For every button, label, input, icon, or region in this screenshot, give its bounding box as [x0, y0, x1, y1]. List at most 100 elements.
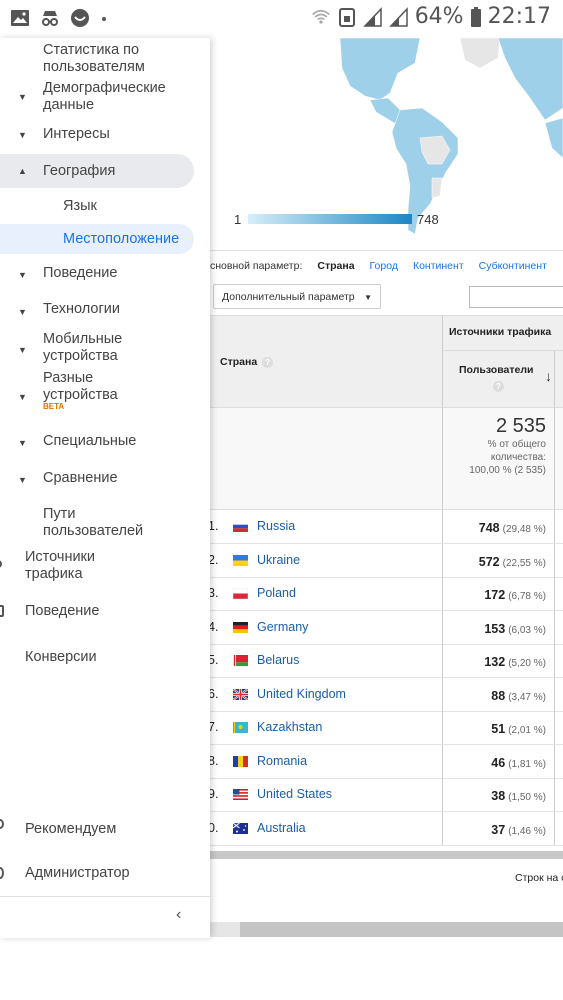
- sidebar-item-location[interactable]: Местоположение: [0, 224, 194, 254]
- country-link[interactable]: Belarus: [257, 653, 299, 667]
- users-percent: (22,55 %): [502, 557, 546, 569]
- sidebar-item-conversions[interactable]: Конверсии: [0, 642, 210, 674]
- sidebar-item-label: Специальные: [43, 433, 137, 449]
- status-bar: 64% 22:17: [0, 0, 563, 38]
- next-column-cell: [554, 811, 563, 845]
- users-total-value: 2 535: [495, 415, 546, 437]
- flag-au-icon: [233, 822, 248, 834]
- sidebar-item-label: Демографические данные: [43, 80, 166, 113]
- sidebar-item-interests[interactable]: ▼ Интересы: [0, 118, 210, 150]
- country-link[interactable]: United States: [257, 787, 332, 801]
- sidebar-item-label: Поведение: [25, 603, 100, 619]
- sidebar-item-users-flow[interactable]: Пути пользователей: [0, 506, 210, 542]
- sort-desc-arrow-icon[interactable]: ↓: [545, 368, 552, 384]
- sidebar-item-label: Сравнение: [43, 470, 118, 486]
- sidebar-item-behavior[interactable]: ▼ Поведение: [0, 258, 210, 290]
- country-link[interactable]: Ukraine: [257, 553, 300, 567]
- table-row: 4. Germany 153 (6,03 %): [208, 610, 563, 645]
- sidebar-item-demographics[interactable]: ▼ Демографические данные: [0, 78, 210, 114]
- dimension-country[interactable]: Страна: [317, 260, 354, 272]
- sidebar-item-acquisition[interactable]: Источники трафика: [0, 548, 210, 584]
- users-value-cell: 51 (2,01 %): [442, 711, 554, 744]
- sidebar-divider: [0, 896, 210, 897]
- users-total-sub3: 100,00 % (2 535): [469, 465, 546, 476]
- dimension-subcontinent[interactable]: Субконтинент: [479, 260, 547, 272]
- signal-icon: [362, 6, 382, 27]
- flag-de-icon: [233, 621, 248, 633]
- acquisition-icon: [0, 560, 2, 568]
- help-icon[interactable]: ?: [262, 357, 274, 368]
- sidebar-item-label: Мобильные устройства: [43, 331, 123, 364]
- table-row: 2. Ukraine 572 (22,55 %): [208, 543, 563, 578]
- caret-down-icon: ▼: [18, 345, 27, 355]
- secondary-dimension-dropdown[interactable]: Дополнительный параметр ▼: [213, 284, 381, 309]
- sidebar-item-technology[interactable]: ▼ Технологии: [0, 294, 210, 326]
- country-link[interactable]: Romania: [257, 754, 307, 768]
- caret-down-icon: ▼: [364, 293, 372, 302]
- sidebar-item-discover[interactable]: Рекомендуем: [0, 814, 210, 846]
- sidebar-item-label: Источники трафика: [25, 549, 96, 582]
- table-row: 8. Romania 46 (1,81 %): [208, 744, 563, 779]
- sidebar: Статистика по пользователям ▼ Демографич…: [0, 38, 210, 938]
- clock: 22:17: [487, 4, 551, 29]
- users-header-cell[interactable]: Пользователи ? ↓: [442, 351, 554, 408]
- sidebar-item-label: Язык: [63, 198, 97, 214]
- sidebar-item-label: География: [43, 163, 116, 179]
- chevron-left-icon[interactable]: ‹: [176, 906, 181, 924]
- next-column-cell: [554, 543, 563, 577]
- next-column-cell: [554, 610, 563, 644]
- users-value-cell: 37 (1,46 %): [442, 811, 554, 845]
- primary-dimension-label: сновной параметр:: [210, 259, 303, 272]
- sidebar-item-label: Администратор: [25, 865, 130, 881]
- next-column-cell: [554, 744, 563, 778]
- sidebar-item-custom[interactable]: ▼ Специальные: [0, 426, 210, 458]
- country-link[interactable]: Germany: [257, 620, 308, 634]
- sidebar-item-label: Пути пользователей: [43, 506, 144, 539]
- incognito-icon: [42, 11, 58, 26]
- sidebar-item-language[interactable]: Язык: [0, 190, 210, 222]
- dot-icon: [102, 17, 106, 21]
- caret-down-icon: ▼: [18, 92, 27, 102]
- conversions-icon: [0, 651, 4, 663]
- table-bottom-border: [210, 851, 563, 859]
- dimension-continent[interactable]: Континент: [413, 260, 464, 272]
- next-column-header: [554, 351, 563, 408]
- sidebar-item-admin[interactable]: Администратор: [0, 858, 210, 890]
- next-column-cell: [554, 577, 563, 610]
- sidebar-item-label: Технологии: [43, 301, 120, 317]
- legend-min-label: 1: [234, 212, 242, 227]
- sidebar-item-benchmarking[interactable]: ▼ Сравнение: [0, 462, 210, 494]
- country-header: Страна: [220, 356, 258, 368]
- country-header-cell[interactable]: Страна?: [210, 315, 442, 408]
- country-link[interactable]: Russia: [257, 519, 295, 533]
- country-link[interactable]: United Kingdom: [257, 687, 346, 701]
- flag-by-icon: [233, 655, 248, 666]
- sidebar-item-user-explorer[interactable]: Статистика по пользователям: [0, 40, 210, 76]
- users-value-cell: 38 (1,50 %): [442, 778, 554, 811]
- sidebar-item-cross-device[interactable]: ▼ Разные устройства BETA: [0, 370, 210, 414]
- help-icon[interactable]: ?: [493, 381, 504, 392]
- country-link[interactable]: Australia: [257, 821, 306, 835]
- flag-ua-icon: [233, 554, 248, 566]
- sidebar-item-mobile[interactable]: ▼ Мобильные устройства: [0, 330, 210, 366]
- next-column-cell: [554, 677, 563, 711]
- sidebar-item-label: Разные устройства: [43, 370, 118, 403]
- dimension-city[interactable]: Город: [370, 260, 398, 272]
- country-link[interactable]: Kazakhstan: [257, 720, 322, 734]
- users-value: 51: [491, 722, 506, 736]
- caret-down-icon: ▼: [18, 130, 27, 140]
- users-value: 153: [484, 621, 506, 636]
- table-search-input[interactable]: [469, 286, 563, 308]
- country-link[interactable]: Poland: [257, 586, 296, 600]
- smile-icon: [71, 9, 89, 27]
- users-percent: (29,48 %): [502, 524, 546, 535]
- users-percent: (2,01 %): [508, 725, 546, 736]
- sidebar-item-geography[interactable]: ▲ География: [0, 154, 194, 188]
- sidebar-item-label: Конверсии: [25, 649, 97, 665]
- totals-row-left: [210, 408, 442, 510]
- caret-down-icon: ▼: [18, 270, 27, 280]
- horizontal-scrollbar-thumb[interactable]: [240, 922, 563, 937]
- sidebar-item-behavior-top[interactable]: Поведение: [0, 596, 210, 628]
- next-column-cell: [554, 778, 563, 811]
- caret-up-icon: ▲: [18, 166, 27, 176]
